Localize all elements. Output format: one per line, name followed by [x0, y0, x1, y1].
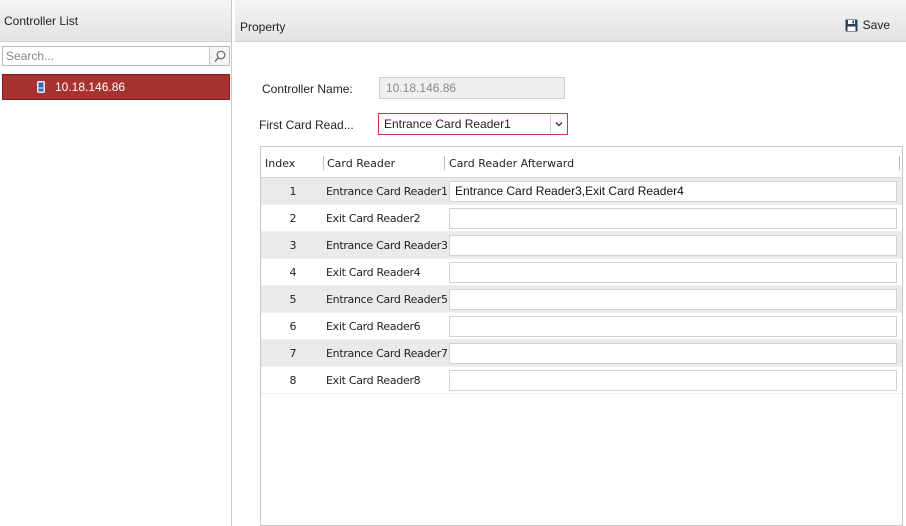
table-row[interactable]: 3 Entrance Card Reader3	[261, 232, 902, 259]
table-row[interactable]: 8 Exit Card Reader8	[261, 367, 902, 394]
row-card-reader: Entrance Card Reader3	[326, 239, 448, 252]
column-divider	[899, 156, 900, 170]
header-card-reader: Card Reader	[327, 157, 396, 170]
table-row[interactable]: 4 Exit Card Reader4	[261, 259, 902, 286]
header-index: Index	[265, 157, 296, 170]
dropdown-button[interactable]	[550, 114, 567, 134]
row-card-reader: Exit Card Reader2	[326, 212, 421, 225]
column-divider	[444, 156, 445, 170]
table-row[interactable]: 5 Entrance Card Reader5	[261, 286, 902, 313]
row-afterward-field[interactable]	[449, 343, 897, 364]
search-icon	[213, 50, 225, 62]
property-title: Property	[240, 20, 286, 34]
controller-icon	[37, 81, 45, 93]
table-row[interactable]: 7 Entrance Card Reader7	[261, 340, 902, 367]
row-index: 5	[289, 293, 297, 306]
row-card-reader: Entrance Card Reader5	[326, 293, 448, 306]
row-index: 1	[289, 185, 297, 198]
tree-item-controller[interactable]: 10.18.146.86	[2, 74, 230, 100]
row-index: 2	[289, 212, 297, 225]
row-index: 4	[289, 266, 297, 279]
row-index: 8	[289, 374, 297, 387]
controller-list-header: Controller List	[0, 0, 231, 42]
row-afterward-field[interactable]	[449, 262, 897, 283]
row-card-reader: Entrance Card Reader1	[326, 185, 448, 198]
property-panel: Property Save Controller Name: 10.18.146…	[235, 0, 906, 526]
column-divider	[323, 156, 324, 170]
card-reader-table: Index Card Reader Card Reader Afterward …	[260, 146, 903, 526]
row-afterward-field[interactable]	[449, 208, 897, 229]
row-afterward-field[interactable]: Entrance Card Reader3,Exit Card Reader4	[449, 181, 897, 202]
save-icon	[845, 19, 858, 31]
row-index: 6	[289, 320, 297, 333]
controller-list-panel: Controller List 10.18.146.86	[0, 0, 232, 526]
chevron-down-icon	[555, 122, 563, 127]
row-card-reader: Exit Card Reader8	[326, 374, 421, 387]
search-box	[2, 46, 230, 66]
first-card-reader-label: First Card Read...	[259, 118, 354, 132]
row-afterward-field[interactable]	[449, 235, 897, 256]
table-row[interactable]: 1 Entrance Card Reader1 Entrance Card Re…	[261, 178, 902, 205]
row-card-reader: Exit Card Reader4	[326, 266, 421, 279]
row-index: 3	[289, 239, 297, 252]
row-card-reader: Exit Card Reader6	[326, 320, 421, 333]
table-row[interactable]: 6 Exit Card Reader6	[261, 313, 902, 340]
search-button[interactable]	[209, 47, 229, 65]
first-card-reader-value: Entrance Card Reader1	[384, 117, 511, 131]
save-label: Save	[862, 18, 890, 32]
controller-name-field: 10.18.146.86	[379, 77, 565, 99]
search-input[interactable]	[3, 47, 209, 65]
controller-list-title: Controller List	[4, 13, 79, 28]
first-card-reader-select[interactable]: Entrance Card Reader1	[378, 113, 568, 135]
row-afterward-field[interactable]	[449, 289, 897, 310]
header-card-reader-afterward: Card Reader Afterward	[449, 157, 575, 170]
row-afterward-field[interactable]	[449, 370, 897, 391]
row-afterward-field[interactable]	[449, 316, 897, 337]
row-index: 7	[289, 347, 297, 360]
tree-item-label: 10.18.146.86	[55, 80, 126, 94]
row-card-reader: Entrance Card Reader7	[326, 347, 448, 360]
property-header: Property Save	[235, 0, 906, 42]
table-row[interactable]: 2 Exit Card Reader2	[261, 205, 902, 232]
table-header: Index Card Reader Card Reader Afterward	[261, 147, 902, 178]
save-button[interactable]: Save	[845, 18, 890, 32]
controller-name-label: Controller Name:	[262, 82, 353, 96]
